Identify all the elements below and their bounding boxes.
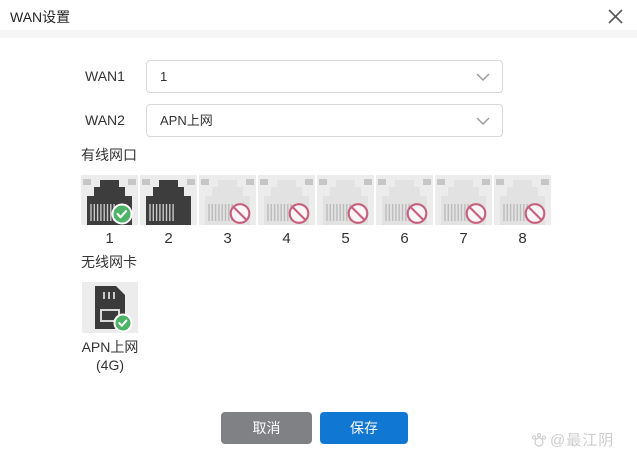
dialog-title: WAN设置 [10, 9, 71, 25]
wan-settings-dialog: WAN设置 WAN1 1 WAN2 APN上网 有线网口 1 2 3 4 5 6… [0, 0, 637, 460]
wan1-selected-value: 1 [160, 69, 168, 84]
rj45-port-icon [317, 175, 374, 225]
wireless-card-label: APN上网 [81, 339, 139, 355]
check-icon [113, 313, 133, 333]
port-number: 3 [223, 230, 232, 247]
save-button[interactable]: 保存 [320, 412, 408, 444]
port-item[interactable]: 8 [494, 175, 551, 247]
wan1-select[interactable]: 1 [146, 60, 503, 93]
wired-port-strip: 1 2 3 4 5 6 7 8 [81, 175, 551, 247]
rj45-port-icon [81, 175, 138, 225]
port-item[interactable]: 1 [81, 175, 138, 247]
header-divider [0, 30, 637, 38]
port-item[interactable]: 4 [258, 175, 315, 247]
port-number: 8 [518, 230, 527, 247]
no-entry-icon [288, 203, 310, 224]
wireless-card-sublabel: (4G) [96, 357, 124, 373]
port-item[interactable]: 2 [140, 175, 197, 247]
rj45-port-icon [376, 175, 433, 225]
chevron-down-icon [476, 117, 490, 125]
port-number: 1 [105, 230, 114, 247]
port-number: 2 [164, 230, 173, 247]
close-icon [607, 8, 623, 24]
rj45-port-icon [258, 175, 315, 225]
check-icon [111, 203, 133, 225]
port-item[interactable]: 5 [317, 175, 374, 247]
close-button[interactable] [603, 4, 627, 28]
wired-section-label: 有线网口 [81, 147, 137, 163]
chevron-down-icon [476, 73, 490, 81]
no-entry-icon [406, 203, 428, 224]
port-item[interactable]: 7 [435, 175, 492, 247]
wireless-section-label: 无线网卡 [81, 254, 137, 270]
port-number: 6 [400, 230, 409, 247]
sim-card-icon [95, 286, 133, 333]
cancel-button[interactable]: 取消 [221, 412, 312, 444]
wan1-label: WAN1 [85, 68, 125, 84]
no-entry-icon [524, 203, 546, 224]
port-number: 7 [459, 230, 468, 247]
rj45-port-icon [494, 175, 551, 225]
no-entry-icon [229, 203, 251, 224]
wan2-label: WAN2 [85, 112, 125, 128]
rj45-port-icon [435, 175, 492, 225]
wireless-card-tile[interactable] [82, 282, 138, 333]
watermark: @最江阴 [531, 429, 614, 450]
rj45-port-icon [140, 175, 197, 225]
rj45-port-icon [199, 175, 256, 225]
port-number: 5 [341, 230, 350, 247]
wan2-selected-value: APN上网 [160, 113, 213, 128]
port-item[interactable]: 6 [376, 175, 433, 247]
port-item[interactable]: 3 [199, 175, 256, 247]
watermark-text: @最江阴 [550, 432, 615, 449]
wan2-select[interactable]: APN上网 [146, 104, 503, 137]
no-entry-icon [465, 203, 487, 224]
port-number: 4 [282, 230, 291, 247]
paw-logo-icon [531, 432, 547, 447]
no-entry-icon [347, 203, 369, 224]
